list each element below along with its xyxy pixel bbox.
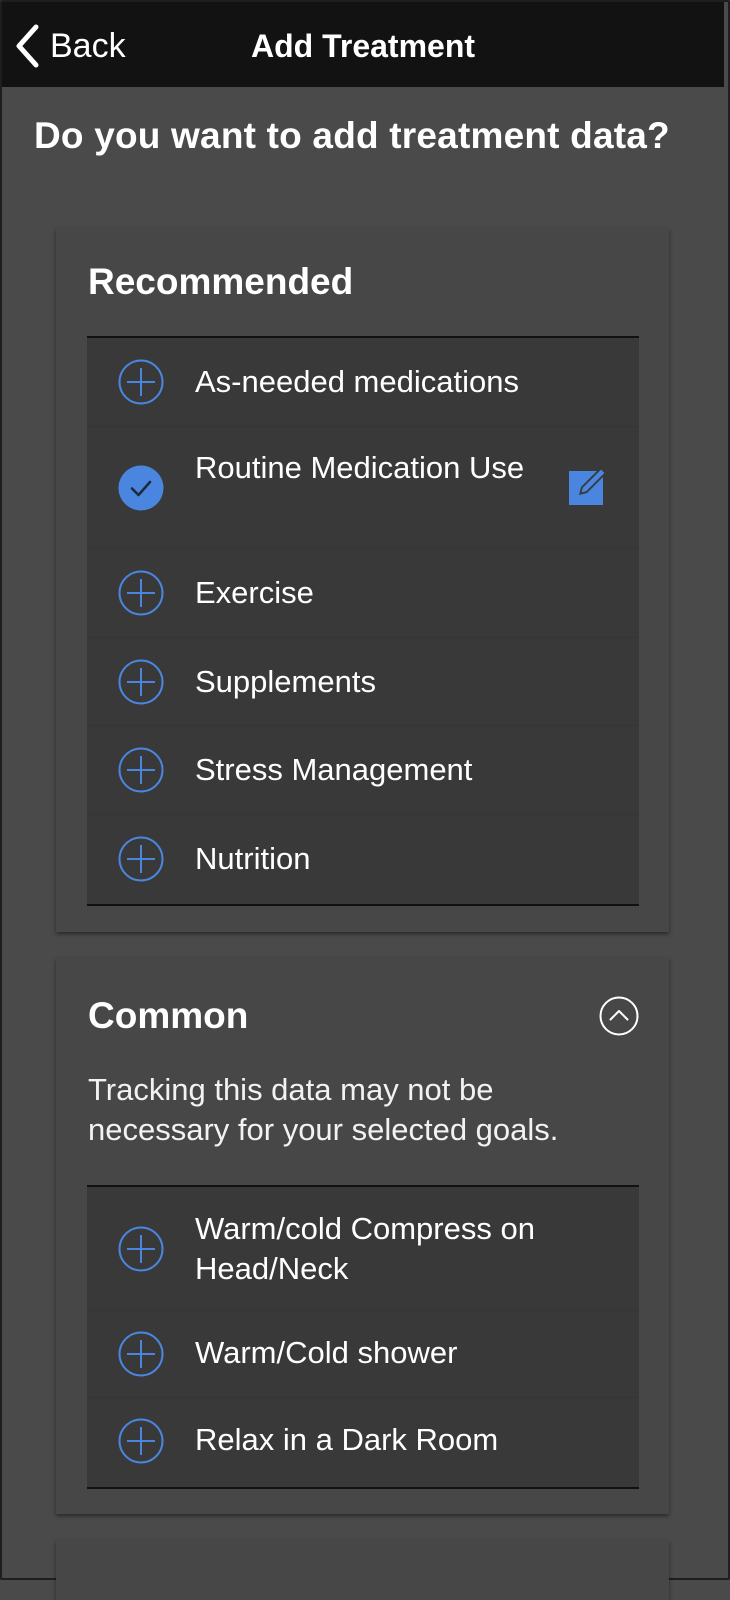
navigation-bar: Back Add Treatment: [2, 2, 724, 87]
treatment-label: Routine Medication Use: [195, 450, 525, 485]
treatment-row-stress-management[interactable]: Stress Management: [87, 726, 639, 815]
treatment-label: Nutrition: [195, 841, 311, 876]
treatment-label: Exercise: [195, 575, 314, 610]
common-note: Tracking this data may not be necessary …: [88, 1072, 559, 1147]
treatment-row-supplements[interactable]: Supplements: [87, 638, 639, 726]
edit-square-icon[interactable]: [567, 463, 611, 507]
plus-circle-icon[interactable]: [118, 1418, 164, 1464]
plus-circle-icon[interactable]: [118, 359, 164, 405]
treatment-row-routine-medication-use[interactable]: Routine Medication Use: [87, 427, 639, 549]
treatment-row-nutrition[interactable]: Nutrition: [87, 815, 639, 904]
treatment-row-as-needed-medications[interactable]: As-needed medications: [87, 338, 639, 427]
treatment-label: Stress Management: [195, 752, 473, 787]
treatment-label: Warm/Cold shower: [195, 1335, 458, 1370]
page-title: Add Treatment: [250, 28, 476, 64]
plus-circle-icon[interactable]: [118, 747, 164, 793]
common-card: Common Tracking this data may not be nec…: [56, 958, 669, 1514]
plus-circle-icon[interactable]: [118, 1331, 164, 1377]
recommended-title: Recommended: [88, 261, 354, 302]
treatment-row-relax-dark-room[interactable]: Relax in a Dark Room: [87, 1398, 639, 1487]
plus-circle-icon[interactable]: [118, 836, 164, 882]
recommended-list: As-needed medications Routine Medication…: [87, 336, 639, 906]
plus-circle-icon[interactable]: [118, 1226, 164, 1272]
treatment-label: Warm/cold Compress on Head/Neck: [195, 1211, 535, 1286]
common-list: Warm/cold Compress on Head/Neck Warm/Col…: [87, 1185, 639, 1489]
recommended-card: Recommended As-needed medications Routin…: [56, 228, 669, 932]
common-title: Common: [88, 995, 249, 1036]
treatment-row-warm-cold-compress[interactable]: Warm/cold Compress on Head/Neck: [87, 1187, 639, 1311]
treatment-row-exercise[interactable]: Exercise: [87, 549, 639, 638]
next-section-card: [56, 1540, 669, 1600]
plus-circle-icon[interactable]: [118, 570, 164, 616]
treatment-label: As-needed medications: [195, 364, 519, 399]
treatment-label: Supplements: [195, 664, 376, 699]
treatment-label: Relax in a Dark Room: [195, 1422, 499, 1457]
treatment-row-warm-cold-shower[interactable]: Warm/Cold shower: [87, 1311, 639, 1398]
plus-circle-icon[interactable]: [118, 659, 164, 705]
chevron-up-circle-icon[interactable]: [599, 996, 639, 1036]
check-circle-icon[interactable]: [118, 465, 164, 511]
question-heading: Do you want to add treatment data?: [34, 115, 670, 156]
